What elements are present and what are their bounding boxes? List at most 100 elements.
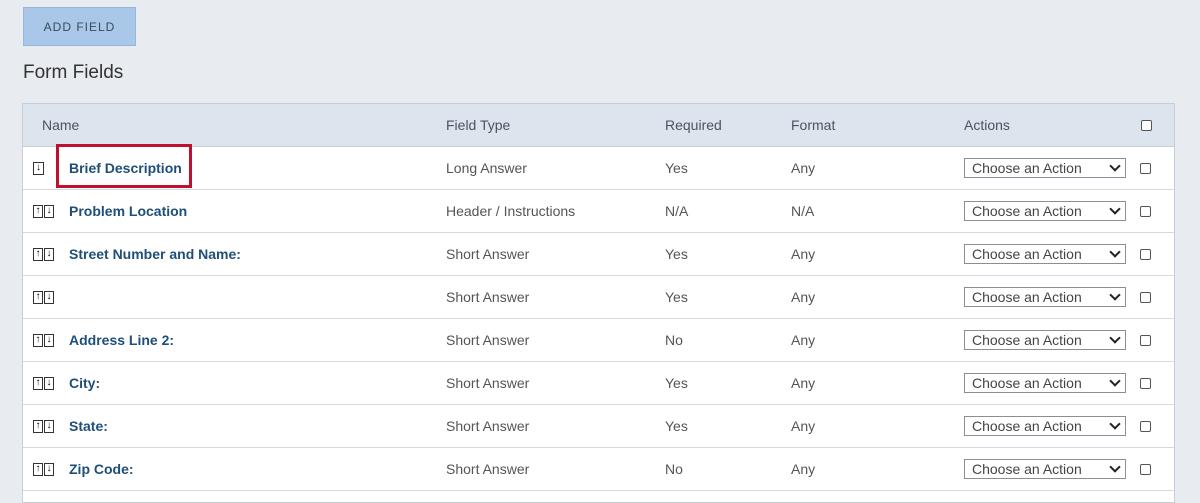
select-all-checkbox-cell [1140, 104, 1152, 146]
move-down-icon[interactable]: ↓ [33, 161, 44, 175]
chevron-down-icon [1109, 246, 1121, 258]
add-field-button[interactable]: ADD FIELD [23, 7, 136, 46]
action-select[interactable]: Choose an Action [964, 244, 1126, 264]
column-header-name: Name [42, 117, 80, 133]
table-row: ↑ ↓ Street Number and Name: Short Answer … [23, 233, 1174, 276]
action-select-value: Choose an Action [972, 289, 1082, 305]
action-cell: Choose an Action [964, 362, 1126, 404]
row-checkbox[interactable] [1140, 377, 1151, 389]
row-checkbox-cell [1140, 190, 1151, 232]
reorder-arrows: ↑ ↓ [33, 362, 54, 404]
action-select[interactable]: Choose an Action [964, 416, 1126, 436]
field-format: Any [791, 289, 816, 305]
field-name-link[interactable]: City: [69, 362, 100, 404]
column-header-actions: Actions [964, 117, 1010, 133]
column-header-format: Format [791, 117, 836, 133]
move-up-icon[interactable]: ↑ [33, 419, 43, 433]
table-header: Name Field Type Required Format Actions [23, 104, 1174, 147]
move-down-icon[interactable]: ↓ [44, 204, 54, 218]
row-checkbox[interactable] [1140, 334, 1151, 346]
row-checkbox-cell [1140, 319, 1151, 361]
action-cell: Choose an Action [964, 276, 1126, 318]
move-down-icon[interactable]: ↓ [44, 290, 54, 304]
reorder-arrows: ↑ ↓ [33, 319, 54, 361]
action-cell: Choose an Action [964, 190, 1126, 232]
field-required: Yes [665, 375, 688, 391]
field-format: Any [791, 332, 816, 348]
action-select[interactable]: Choose an Action [964, 373, 1126, 393]
table-row: ↑ ↓ Zip Code: Short Answer No Any Choose … [23, 448, 1174, 491]
action-select-value: Choose an Action [972, 375, 1082, 391]
row-checkbox[interactable] [1140, 162, 1151, 174]
field-required: Yes [665, 160, 688, 176]
chevron-down-icon [1109, 461, 1121, 473]
move-up-icon[interactable]: ↑ [33, 462, 43, 476]
row-checkbox-cell [1140, 362, 1151, 404]
action-select[interactable]: Choose an Action [964, 158, 1126, 178]
field-format: N/A [791, 203, 815, 219]
field-format: Any [791, 375, 816, 391]
select-all-checkbox[interactable] [1141, 119, 1152, 131]
form-fields-table: Name Field Type Required Format Actions … [22, 103, 1175, 503]
row-checkbox-cell [1140, 448, 1151, 490]
field-name-link[interactable]: Street Number and Name: [69, 233, 241, 275]
field-required: Yes [665, 418, 688, 434]
section-title: Form Fields [23, 62, 124, 83]
action-select[interactable]: Choose an Action [964, 287, 1126, 307]
action-select-value: Choose an Action [972, 461, 1082, 477]
reorder-arrows: ↑ ↓ [33, 276, 54, 318]
move-down-icon[interactable]: ↓ [44, 376, 54, 390]
table-row: ↑ ↓ State: Short Answer Yes Any Choose an… [23, 405, 1174, 448]
move-up-icon[interactable]: ↑ [33, 376, 43, 390]
move-down-icon[interactable]: ↓ [44, 419, 54, 433]
reorder-arrows: ↑ ↓ [33, 190, 54, 232]
row-checkbox[interactable] [1140, 291, 1151, 303]
action-select[interactable]: Choose an Action [964, 459, 1126, 479]
field-type: Long Answer [446, 160, 527, 176]
action-select-value: Choose an Action [972, 418, 1082, 434]
field-required: No [665, 332, 683, 348]
action-cell: Choose an Action [964, 405, 1126, 447]
action-select-value: Choose an Action [972, 332, 1082, 348]
row-checkbox-cell [1140, 276, 1151, 318]
move-down-icon[interactable]: ↓ [44, 247, 54, 261]
field-required: Yes [665, 289, 688, 305]
field-type: Short Answer [446, 246, 530, 262]
chevron-down-icon [1109, 375, 1121, 387]
field-format: Any [791, 461, 816, 477]
action-select[interactable]: Choose an Action [964, 330, 1126, 350]
table-row: ↑ ↓ Address Line 2: Short Answer No Any C… [23, 319, 1174, 362]
action-select[interactable]: Choose an Action [964, 201, 1126, 221]
table-row: ↑ ↓ City: Short Answer Yes Any Choose an … [23, 362, 1174, 405]
move-up-icon[interactable]: ↑ [33, 204, 43, 218]
field-format: Any [791, 246, 816, 262]
field-name-link[interactable]: State: [69, 405, 108, 447]
row-checkbox-cell [1140, 405, 1151, 447]
move-down-icon[interactable]: ↓ [44, 462, 54, 476]
field-format: Any [791, 160, 816, 176]
row-checkbox[interactable] [1140, 463, 1151, 475]
reorder-arrows: ↑ ↓ [33, 233, 54, 275]
row-checkbox-cell [1140, 147, 1151, 189]
action-select-value: Choose an Action [972, 246, 1082, 262]
action-select-value: Choose an Action [972, 160, 1082, 176]
column-header-field-type: Field Type [446, 117, 511, 133]
field-type: Header / Instructions [446, 203, 576, 219]
row-checkbox[interactable] [1140, 248, 1151, 260]
move-up-icon[interactable]: ↑ [33, 333, 43, 347]
chevron-down-icon [1109, 289, 1121, 301]
chevron-down-icon [1109, 203, 1121, 215]
field-name-link[interactable]: Zip Code: [69, 448, 134, 490]
field-name-link[interactable]: Address Line 2: [69, 319, 174, 361]
row-checkbox[interactable] [1140, 205, 1151, 217]
field-name-link[interactable]: Problem Location [69, 190, 187, 232]
move-down-icon[interactable]: ↓ [44, 333, 54, 347]
chevron-down-icon [1109, 160, 1121, 172]
table-row: ↓ Brief Description Long Answer Yes Any … [23, 147, 1174, 190]
move-up-icon[interactable]: ↑ [33, 290, 43, 304]
move-up-icon[interactable]: ↑ [33, 247, 43, 261]
field-required: No [665, 461, 683, 477]
row-checkbox[interactable] [1140, 420, 1151, 432]
field-name-link[interactable]: Brief Description [69, 147, 182, 189]
action-cell: Choose an Action [964, 319, 1126, 361]
